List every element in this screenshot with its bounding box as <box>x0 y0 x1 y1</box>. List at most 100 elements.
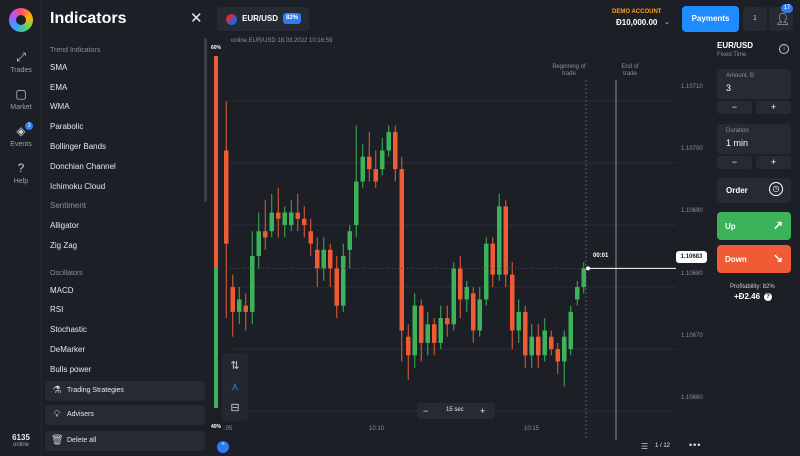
eur-usd-flag-icon <box>226 14 237 25</box>
x-tick-label: 10:10 <box>369 426 385 432</box>
delete-all-button[interactable]: 🗑︎ Delete all <box>45 431 205 451</box>
indicator-parabolic[interactable]: Parabolic <box>50 122 83 131</box>
y-tick-label: 1.10710 <box>681 84 703 90</box>
profile-badge: 17 <box>781 4 793 13</box>
arrow-up-right-icon: ↗ <box>773 218 784 232</box>
trade-type: Fixed Time <box>717 52 747 58</box>
zoom-in-button[interactable]: + <box>480 406 485 416</box>
down-button[interactable]: Down ↘ <box>717 245 791 273</box>
user-icon: 👤︎ <box>775 12 791 26</box>
beginning-of-trade-label: Beginning of trade <box>552 64 586 77</box>
rail-item-market[interactable]: ▢ Market <box>0 87 42 111</box>
advisers-button[interactable]: 💡︎ Advisers <box>45 405 205 425</box>
trade-asset: EUR/USD <box>717 41 754 50</box>
price-chart-area[interactable] <box>210 34 710 456</box>
amount-field[interactable]: Amount, Đ 3 <box>717 69 791 99</box>
current-price-tag: 1.10683 <box>676 251 707 263</box>
asset-name: EUR/USD <box>242 14 279 23</box>
duration-decrease-button[interactable]: − <box>717 156 752 169</box>
y-tick-label: 1.10700 <box>681 146 703 152</box>
indicator-macd[interactable]: MACD <box>50 286 74 295</box>
sentiment-down-pct: 40% <box>211 424 222 430</box>
rail-item-events[interactable]: ◈ 3 Events <box>0 122 42 148</box>
button-label: Trading Strategies <box>67 387 124 394</box>
online-counter: 6135 online <box>0 433 42 448</box>
indicator-ichimoku-cloud[interactable]: Ichimoku Cloud <box>50 182 105 191</box>
close-icon[interactable]: ✕ <box>190 11 203 26</box>
duration-value[interactable]: 1 min <box>726 138 748 148</box>
account-type-label[interactable]: DEMO ACCOUNT <box>612 9 661 15</box>
indicator-stochastic[interactable]: Stochastic <box>50 325 87 334</box>
chart-tools: ⇅ ⋏ ⊟ <box>222 353 248 421</box>
panel-scrollbar[interactable] <box>204 38 207 202</box>
account-balance[interactable]: Đ10,000.00 <box>616 18 657 27</box>
indicators-panel: Indicators ✕ Trend Indicators SMA EMA WM… <box>42 0 210 456</box>
lightbulb-icon: 💡︎ <box>53 409 61 420</box>
page-indicator: 1 / 12 <box>655 443 671 449</box>
rail-item-trades[interactable]: ⤢ Trades <box>0 50 42 74</box>
x-tick-label: 10:15 <box>524 426 540 432</box>
indicator-demarker[interactable]: DeMarker <box>50 345 85 354</box>
more-icon[interactable]: ••• <box>689 440 701 450</box>
asset-tab[interactable]: EUR/USD 82% <box>217 7 309 31</box>
indicator-zig-zag[interactable]: Zig Zag <box>50 241 77 250</box>
duration-field[interactable]: Duration 1 min <box>717 124 791 154</box>
chart-info-line: online EUR/USD 18.03.2022 10:16:59 <box>231 38 333 44</box>
profitability-label: Profitability: 82% <box>730 284 775 290</box>
x-tick-label: :05 <box>224 426 233 432</box>
rail-item-label: Trades <box>10 67 32 74</box>
y-tick-label: 1.10670 <box>681 333 703 339</box>
button-label: Delete all <box>67 437 97 444</box>
zoom-out-button[interactable]: − <box>423 406 428 416</box>
indicator-sma[interactable]: SMA <box>50 63 67 72</box>
question-icon[interactable]: ? <box>764 293 772 301</box>
order-button[interactable]: Order ◷ <box>717 178 791 203</box>
list-icon[interactable]: ☰ <box>641 442 648 451</box>
help-icon: ? <box>17 161 25 175</box>
end-of-trade-label: End of trade <box>621 64 639 77</box>
duration-label: Duration <box>726 128 749 134</box>
indicator-donchian-channel[interactable]: Donchian Channel <box>50 162 116 171</box>
online-count: 6135 <box>12 433 30 442</box>
indicator-bollinger-bands[interactable]: Bollinger Bands <box>50 142 106 151</box>
indicator-wma[interactable]: WMA <box>50 102 70 111</box>
section-header-trend: Trend Indicators <box>50 47 101 54</box>
y-tick-label: 1.10690 <box>681 208 703 214</box>
indicator-rsi[interactable]: RSI <box>50 305 63 314</box>
timeframe-value: 15 sec <box>446 407 464 413</box>
indicator-ema[interactable]: EMA <box>50 83 67 92</box>
chevron-down-icon[interactable]: ⌄ <box>664 18 670 26</box>
amount-increase-button[interactable]: + <box>756 101 791 114</box>
profitability-value: +Đ2.46 <box>734 292 761 301</box>
chevron-up-icon[interactable]: ⌃ <box>217 441 229 453</box>
amount-decrease-button[interactable]: − <box>717 101 752 114</box>
rail-item-label: Help <box>13 178 29 185</box>
trading-strategies-button[interactable]: ⚗ Trading Strategies <box>45 381 205 401</box>
section-header-oscillators: Oscillators <box>50 270 83 277</box>
trades-icon: ⤢ <box>16 50 26 64</box>
market-icon: ▢ <box>15 87 27 101</box>
rail-item-label: Market <box>10 104 32 111</box>
app-logo[interactable] <box>9 8 33 32</box>
indicator-alligator[interactable]: Alligator <box>50 221 79 230</box>
duration-increase-button[interactable]: + <box>756 156 791 169</box>
trash-icon: 🗑︎ <box>51 435 64 446</box>
amount-value[interactable]: 3 <box>726 83 731 93</box>
events-badge: 3 <box>25 122 33 130</box>
payments-button[interactable]: Payments <box>682 6 739 32</box>
layout-icon[interactable]: ⊟ <box>228 401 242 415</box>
section-header-sentiment: Sentiment <box>50 201 87 210</box>
strategies-icon: ⚗ <box>52 385 62 396</box>
notifications-button[interactable]: 1 <box>743 7 767 31</box>
notifications-count: 1 <box>753 15 757 22</box>
online-label: online <box>12 442 29 448</box>
indicator-bulls-power[interactable]: Bulls power <box>50 365 91 374</box>
drawing-tool-icon[interactable]: ⋏ <box>228 380 242 394</box>
rail-item-help[interactable]: ? Help <box>0 161 42 185</box>
up-button[interactable]: Up ↗ <box>717 212 791 240</box>
info-icon[interactable]: i <box>779 44 789 54</box>
y-tick-label: 1.10660 <box>681 395 703 401</box>
sentiment-up-pct: 60% <box>211 45 222 51</box>
arrow-down-right-icon: ↘ <box>773 251 784 265</box>
chart-type-icon[interactable]: ⇅ <box>228 359 242 373</box>
